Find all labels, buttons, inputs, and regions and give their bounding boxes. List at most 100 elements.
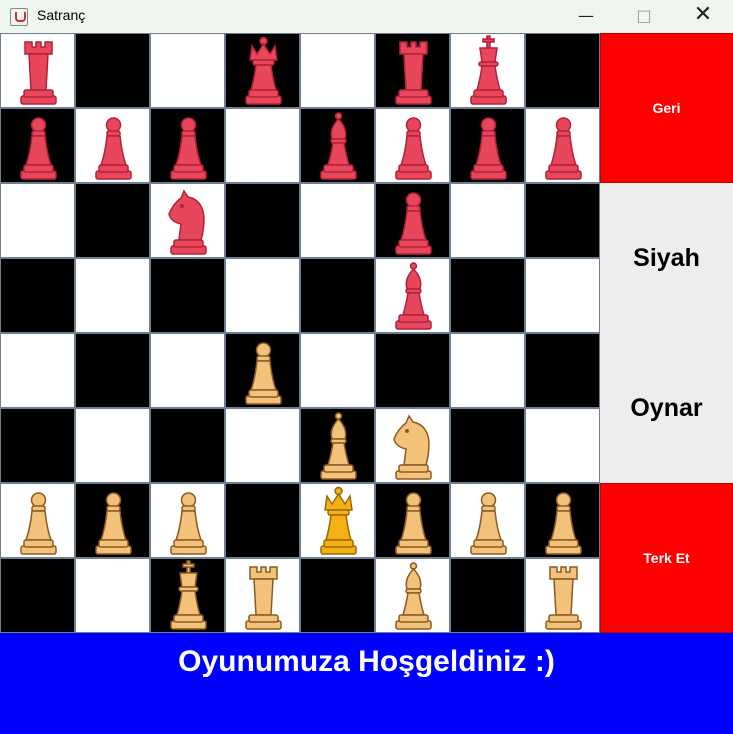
back-button[interactable]: Geri	[600, 33, 733, 183]
board-square[interactable]	[150, 333, 225, 408]
board-square[interactable]	[300, 558, 375, 633]
board-square[interactable]	[525, 258, 600, 333]
board-square[interactable]	[150, 408, 225, 483]
board-square[interactable]	[450, 408, 525, 483]
board-square[interactable]	[525, 33, 600, 108]
board-square[interactable]	[375, 408, 450, 483]
white-queen-icon[interactable]	[301, 484, 376, 559]
welcome-message: Oyunumuza Hoşgeldiniz :)	[178, 645, 555, 678]
board-square[interactable]	[75, 258, 150, 333]
board-square[interactable]	[75, 108, 150, 183]
black-pawn-icon[interactable]	[376, 109, 451, 184]
board-square[interactable]	[375, 483, 450, 558]
board-square[interactable]	[525, 408, 600, 483]
board-square[interactable]	[300, 483, 375, 558]
white-pawn-icon[interactable]	[226, 334, 301, 409]
black-pawn-icon[interactable]	[76, 109, 151, 184]
board-square[interactable]	[0, 408, 75, 483]
board-square[interactable]	[0, 333, 75, 408]
black-queen-icon[interactable]	[226, 34, 301, 109]
white-pawn-icon[interactable]	[451, 484, 526, 559]
board-square[interactable]	[75, 558, 150, 633]
board-square[interactable]	[75, 183, 150, 258]
white-king-icon[interactable]	[151, 559, 226, 634]
board-square[interactable]	[150, 108, 225, 183]
white-rook-icon[interactable]	[226, 559, 301, 634]
white-knight-icon[interactable]	[376, 409, 451, 484]
board-square[interactable]	[0, 558, 75, 633]
white-bishop-icon[interactable]	[301, 409, 376, 484]
board-square[interactable]	[225, 108, 300, 183]
board-square[interactable]	[375, 258, 450, 333]
board-square[interactable]	[525, 483, 600, 558]
black-king-icon[interactable]	[451, 34, 526, 109]
white-bishop-icon[interactable]	[376, 559, 451, 634]
board-square[interactable]	[150, 183, 225, 258]
board-square[interactable]	[375, 558, 450, 633]
board-square[interactable]	[225, 183, 300, 258]
board-square[interactable]	[450, 333, 525, 408]
white-pawn-icon[interactable]	[76, 484, 151, 559]
black-pawn-icon[interactable]	[451, 109, 526, 184]
black-pawn-icon[interactable]	[151, 109, 226, 184]
board-square[interactable]	[450, 483, 525, 558]
white-rook-icon[interactable]	[526, 559, 601, 634]
board-square[interactable]	[225, 483, 300, 558]
board-square[interactable]	[150, 258, 225, 333]
board-square[interactable]	[450, 183, 525, 258]
board-square[interactable]	[450, 108, 525, 183]
board-square[interactable]	[525, 558, 600, 633]
white-pawn-icon[interactable]	[526, 484, 601, 559]
board-square[interactable]	[450, 258, 525, 333]
board-square[interactable]	[150, 483, 225, 558]
board-square[interactable]	[0, 33, 75, 108]
board-square[interactable]	[225, 33, 300, 108]
minimize-button[interactable]: —	[563, 0, 609, 33]
resign-button[interactable]: Terk Et	[600, 483, 733, 633]
board-square[interactable]	[300, 183, 375, 258]
black-pawn-icon[interactable]	[376, 184, 451, 259]
board-square[interactable]	[150, 558, 225, 633]
white-pawn-icon[interactable]	[151, 484, 226, 559]
black-bishop-icon[interactable]	[301, 109, 376, 184]
board-square[interactable]	[300, 408, 375, 483]
board-square[interactable]	[0, 108, 75, 183]
close-button[interactable]: ✕	[680, 0, 726, 33]
black-bishop-icon[interactable]	[376, 259, 451, 334]
board-square[interactable]	[525, 333, 600, 408]
board-square[interactable]	[525, 183, 600, 258]
white-pawn-icon[interactable]	[376, 484, 451, 559]
board-square[interactable]	[375, 333, 450, 408]
board-square[interactable]	[450, 33, 525, 108]
black-knight-icon[interactable]	[151, 184, 226, 259]
board-square[interactable]	[75, 408, 150, 483]
black-rook-icon[interactable]	[1, 34, 76, 109]
board-square[interactable]	[450, 558, 525, 633]
turn-action-label: Oynar	[600, 333, 733, 483]
board-square[interactable]	[0, 183, 75, 258]
board-square[interactable]	[300, 33, 375, 108]
board-square[interactable]	[300, 108, 375, 183]
white-pawn-icon[interactable]	[1, 484, 76, 559]
board-square[interactable]	[75, 333, 150, 408]
board-square[interactable]	[225, 558, 300, 633]
board-square[interactable]	[375, 33, 450, 108]
maximize-button[interactable]: □	[621, 0, 667, 33]
board-square[interactable]	[300, 333, 375, 408]
black-rook-icon[interactable]	[376, 34, 451, 109]
black-pawn-icon[interactable]	[526, 109, 601, 184]
board-square[interactable]	[75, 483, 150, 558]
board-square[interactable]	[225, 408, 300, 483]
window-titlebar: Satranç — □ ✕	[0, 0, 733, 33]
black-pawn-icon[interactable]	[1, 109, 76, 184]
board-square[interactable]	[150, 33, 225, 108]
board-square[interactable]	[0, 258, 75, 333]
board-square[interactable]	[375, 183, 450, 258]
board-square[interactable]	[525, 108, 600, 183]
board-square[interactable]	[225, 333, 300, 408]
board-square[interactable]	[0, 483, 75, 558]
board-square[interactable]	[375, 108, 450, 183]
board-square[interactable]	[300, 258, 375, 333]
board-square[interactable]	[75, 33, 150, 108]
board-square[interactable]	[225, 258, 300, 333]
